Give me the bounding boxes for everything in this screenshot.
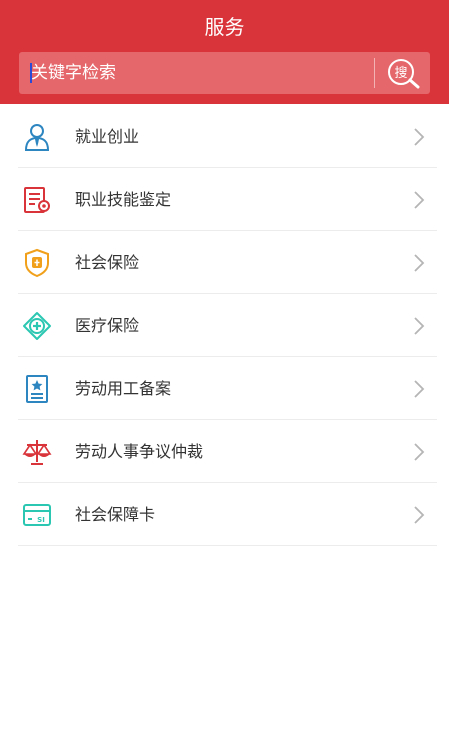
certificate-icon xyxy=(24,187,50,213)
service-item-skill-appraisal[interactable]: 职业技能鉴定 xyxy=(0,168,449,231)
chevron-right-icon xyxy=(414,443,425,461)
svg-text:SI: SI xyxy=(37,516,45,524)
si-card-icon: SI xyxy=(23,504,51,526)
service-item-label: 劳动人事争议仲裁 xyxy=(75,442,204,461)
id-card-star-icon xyxy=(26,375,48,403)
search-input[interactable] xyxy=(31,52,371,94)
service-item-label: 社会保障卡 xyxy=(75,505,156,524)
service-item-employment[interactable]: 就业创业 xyxy=(0,105,449,168)
chevron-right-icon xyxy=(414,191,425,209)
search-button-label: 搜 xyxy=(394,66,407,81)
person-tie-icon xyxy=(24,124,50,151)
service-item-label: 劳动用工备案 xyxy=(75,379,172,398)
search-icon: 搜 xyxy=(388,59,420,89)
service-item-medical-insurance[interactable]: 医疗保险 xyxy=(0,294,449,357)
shield-bao-icon xyxy=(25,248,49,278)
search-button[interactable]: 搜 xyxy=(383,54,423,92)
service-item-label: 职业技能鉴定 xyxy=(75,190,172,209)
search-divider xyxy=(374,58,375,88)
chevron-right-icon xyxy=(414,380,425,398)
chevron-right-icon xyxy=(414,506,425,524)
scales-icon xyxy=(22,440,52,465)
text-cursor xyxy=(30,63,32,83)
service-item-social-security-card[interactable]: SI 社会保障卡 xyxy=(0,483,449,546)
chevron-right-icon xyxy=(414,128,425,146)
service-item-labor-filing[interactable]: 劳动用工备案 xyxy=(0,357,449,420)
search-bar: 搜 xyxy=(19,52,430,94)
service-item-label: 就业创业 xyxy=(75,127,140,146)
service-item-label: 社会保险 xyxy=(75,253,140,272)
page-title: 服务 xyxy=(204,15,245,39)
medical-cross-icon xyxy=(23,312,51,340)
chevron-right-icon xyxy=(414,317,425,335)
divider xyxy=(18,545,437,546)
app-header: 服务 搜 xyxy=(0,0,449,104)
service-item-label: 医疗保险 xyxy=(75,316,140,335)
chevron-right-icon xyxy=(414,254,425,272)
service-item-labor-arbitration[interactable]: 劳动人事争议仲裁 xyxy=(0,420,449,483)
service-item-social-insurance[interactable]: 社会保险 xyxy=(0,231,449,294)
